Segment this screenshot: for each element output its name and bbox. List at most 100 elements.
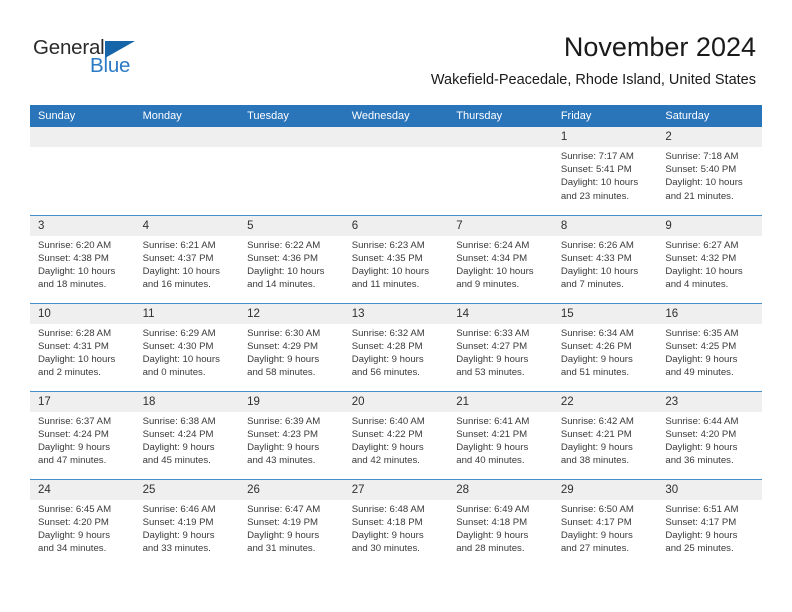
day-sun-info xyxy=(135,147,240,150)
day-number: 20 xyxy=(343,391,449,412)
generalblue-logo[interactable]: General Blue xyxy=(33,36,213,84)
calendar-page: General Blue November 2024 Wakefield-Pea… xyxy=(0,0,792,612)
calendar-day-cell[interactable]: 1 Sunrise: 7:17 AM Sunset: 5:41 PM Daylig… xyxy=(552,127,658,215)
day-number: 8 xyxy=(552,215,658,236)
day-sun-info xyxy=(239,147,344,150)
day-number: 28 xyxy=(448,479,553,500)
day-number: 24 xyxy=(30,479,135,500)
day-sun-info: Sunrise: 6:30 AM Sunset: 4:29 PM Dayligh… xyxy=(247,327,321,379)
day-number: 12 xyxy=(239,303,344,324)
calendar-day-cell[interactable]: 2 Sunrise: 7:18 AM Sunset: 5:40 PM Daylig… xyxy=(657,127,762,215)
calendar-day-cell[interactable]: 16 Sunrise: 6:35 AM Sunset: 4:25 PM Dayli… xyxy=(657,302,762,391)
calendar-day-cell[interactable]: 21 Sunrise: 6:41 AM Sunset: 4:21 PM Dayli… xyxy=(448,390,553,479)
day-sun-info: Sunrise: 6:32 AM Sunset: 4:28 PM Dayligh… xyxy=(351,327,425,379)
calendar-day-cell[interactable]: 3 Sunrise: 6:20 AM Sunset: 4:38 PM Daylig… xyxy=(30,214,135,303)
day-number: 29 xyxy=(552,479,658,500)
day-number: 11 xyxy=(134,303,240,324)
calendar-day-cell[interactable]: 12 Sunrise: 6:30 AM Sunset: 4:29 PM Dayli… xyxy=(239,302,344,391)
day-number xyxy=(239,127,344,147)
calendar-day-cell[interactable]: 30 Sunrise: 6:51 AM Sunset: 4:17 PM Dayli… xyxy=(657,478,762,567)
calendar-day-cell[interactable]: 11 Sunrise: 6:29 AM Sunset: 4:30 PM Dayli… xyxy=(134,302,240,391)
calendar-day-cell[interactable]: 20 Sunrise: 6:40 AM Sunset: 4:22 PM Dayli… xyxy=(343,390,449,479)
day-number: 14 xyxy=(448,303,553,324)
calendar-week-row: 3 Sunrise: 6:20 AM Sunset: 4:38 PM Daylig… xyxy=(30,214,762,303)
calendar-week-row: 1 Sunrise: 7:17 AM Sunset: 5:41 PM Daylig… xyxy=(30,127,762,215)
calendar-day-cell[interactable]: 5 Sunrise: 6:22 AM Sunset: 4:36 PM Daylig… xyxy=(239,214,344,303)
page-header: General Blue November 2024 Wakefield-Pea… xyxy=(0,0,792,100)
day-sun-info: Sunrise: 6:24 AM Sunset: 4:34 PM Dayligh… xyxy=(456,239,534,291)
day-number: 16 xyxy=(657,303,762,324)
day-sun-info: Sunrise: 6:51 AM Sunset: 4:17 PM Dayligh… xyxy=(665,503,739,555)
calendar-day-cell[interactable]: 17 Sunrise: 6:37 AM Sunset: 4:24 PM Dayli… xyxy=(30,390,135,479)
day-sun-info xyxy=(30,147,135,150)
weekday-header-row: Sunday Monday Tuesday Wednesday Thursday… xyxy=(30,105,762,127)
weekday-header-thursday: Thursday xyxy=(448,105,553,127)
day-sun-info: Sunrise: 6:50 AM Sunset: 4:17 PM Dayligh… xyxy=(560,503,634,555)
day-number: 17 xyxy=(30,391,135,412)
calendar-day-cell[interactable]: 26 Sunrise: 6:47 AM Sunset: 4:19 PM Dayli… xyxy=(239,478,344,567)
day-sun-info: Sunrise: 7:18 AM Sunset: 5:40 PM Dayligh… xyxy=(665,151,743,202)
calendar-day-cell[interactable]: 15 Sunrise: 6:34 AM Sunset: 4:26 PM Dayli… xyxy=(552,302,658,391)
calendar-cell-empty xyxy=(448,127,553,215)
calendar-day-cell[interactable]: 6 Sunrise: 6:23 AM Sunset: 4:35 PM Daylig… xyxy=(343,214,449,303)
calendar-day-cell[interactable]: 13 Sunrise: 6:32 AM Sunset: 4:28 PM Dayli… xyxy=(343,302,449,391)
calendar-day-cell[interactable]: 22 Sunrise: 6:42 AM Sunset: 4:21 PM Dayli… xyxy=(552,390,658,479)
day-number: 26 xyxy=(239,479,344,500)
sunrise-sunset-calendar: Sunday Monday Tuesday Wednesday Thursday… xyxy=(30,105,762,567)
day-sun-info: Sunrise: 6:34 AM Sunset: 4:26 PM Dayligh… xyxy=(560,327,634,379)
calendar-body: 1 Sunrise: 7:17 AM Sunset: 5:41 PM Daylig… xyxy=(30,127,762,567)
weekday-header-wednesday: Wednesday xyxy=(343,105,449,127)
day-number: 7 xyxy=(448,215,553,236)
calendar-day-cell[interactable]: 18 Sunrise: 6:38 AM Sunset: 4:24 PM Dayli… xyxy=(134,390,240,479)
calendar-day-cell[interactable]: 29 Sunrise: 6:50 AM Sunset: 4:17 PM Dayli… xyxy=(552,478,658,567)
day-sun-info: Sunrise: 6:40 AM Sunset: 4:22 PM Dayligh… xyxy=(351,415,425,467)
day-number: 1 xyxy=(552,127,658,147)
day-number xyxy=(448,127,553,147)
day-number: 25 xyxy=(134,479,240,500)
weekday-header-saturday: Saturday xyxy=(657,105,762,127)
day-sun-info: Sunrise: 6:46 AM Sunset: 4:19 PM Dayligh… xyxy=(142,503,216,555)
calendar-day-cell[interactable]: 19 Sunrise: 6:39 AM Sunset: 4:23 PM Dayli… xyxy=(239,390,344,479)
day-sun-info xyxy=(448,147,553,150)
day-sun-info: Sunrise: 6:28 AM Sunset: 4:31 PM Dayligh… xyxy=(38,327,116,379)
calendar-day-cell[interactable]: 27 Sunrise: 6:48 AM Sunset: 4:18 PM Dayli… xyxy=(343,478,449,567)
day-number: 6 xyxy=(343,215,449,236)
day-number: 15 xyxy=(552,303,658,324)
calendar-day-cell[interactable]: 7 Sunrise: 6:24 AM Sunset: 4:34 PM Daylig… xyxy=(448,214,553,303)
day-sun-info: Sunrise: 6:48 AM Sunset: 4:18 PM Dayligh… xyxy=(351,503,425,555)
day-number: 13 xyxy=(343,303,449,324)
calendar-day-cell[interactable]: 25 Sunrise: 6:46 AM Sunset: 4:19 PM Dayli… xyxy=(134,478,240,567)
calendar-day-cell[interactable]: 24 Sunrise: 6:45 AM Sunset: 4:20 PM Dayli… xyxy=(30,478,135,567)
day-number: 5 xyxy=(239,215,344,236)
day-number: 4 xyxy=(134,215,240,236)
day-number: 30 xyxy=(657,479,762,500)
day-number: 27 xyxy=(343,479,449,500)
day-sun-info: Sunrise: 6:23 AM Sunset: 4:35 PM Dayligh… xyxy=(351,239,430,291)
weekday-header-tuesday: Tuesday xyxy=(239,105,344,127)
day-sun-info: Sunrise: 6:26 AM Sunset: 4:33 PM Dayligh… xyxy=(560,239,639,291)
calendar-cell-empty xyxy=(134,127,240,215)
day-sun-info: Sunrise: 6:39 AM Sunset: 4:23 PM Dayligh… xyxy=(247,415,321,467)
day-number xyxy=(343,127,449,147)
calendar-day-cell[interactable]: 23 Sunrise: 6:44 AM Sunset: 4:20 PM Dayli… xyxy=(657,390,762,479)
day-number: 2 xyxy=(657,127,762,147)
day-number xyxy=(134,127,240,147)
calendar-day-cell[interactable]: 4 Sunrise: 6:21 AM Sunset: 4:37 PM Daylig… xyxy=(134,214,240,303)
calendar-cell-empty xyxy=(343,127,449,215)
day-sun-info: Sunrise: 6:38 AM Sunset: 4:24 PM Dayligh… xyxy=(142,415,216,467)
weekday-header-friday: Friday xyxy=(552,105,658,127)
calendar-day-cell[interactable]: 28 Sunrise: 6:49 AM Sunset: 4:18 PM Dayli… xyxy=(448,478,553,567)
day-sun-info: Sunrise: 6:45 AM Sunset: 4:20 PM Dayligh… xyxy=(38,503,112,555)
day-number: 10 xyxy=(30,303,135,324)
calendar-day-cell[interactable]: 9 Sunrise: 6:27 AM Sunset: 4:32 PM Daylig… xyxy=(657,214,762,303)
day-sun-info: Sunrise: 6:33 AM Sunset: 4:27 PM Dayligh… xyxy=(456,327,530,379)
day-sun-info: Sunrise: 6:21 AM Sunset: 4:37 PM Dayligh… xyxy=(142,239,220,291)
calendar-day-cell[interactable]: 10 Sunrise: 6:28 AM Sunset: 4:31 PM Dayli… xyxy=(30,302,135,391)
page-title: November 2024 xyxy=(563,32,756,62)
calendar-day-cell[interactable]: 8 Sunrise: 6:26 AM Sunset: 4:33 PM Daylig… xyxy=(552,214,658,303)
day-sun-info: Sunrise: 6:22 AM Sunset: 4:36 PM Dayligh… xyxy=(247,239,325,291)
day-sun-info xyxy=(344,147,449,150)
day-number: 21 xyxy=(448,391,553,412)
calendar-day-cell[interactable]: 14 Sunrise: 6:33 AM Sunset: 4:27 PM Dayli… xyxy=(448,302,553,391)
day-number: 18 xyxy=(134,391,240,412)
